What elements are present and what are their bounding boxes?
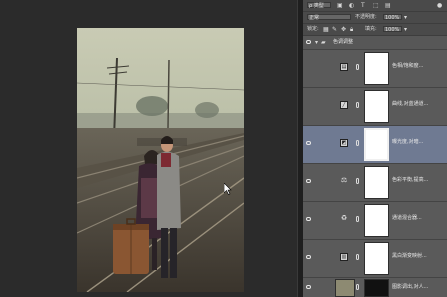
layer-name: 图影调出,对人... [392, 284, 429, 290]
gradient-map-icon: ▥ [340, 253, 348, 261]
chevron-down-icon[interactable]: ▾ [404, 14, 407, 21]
lock-position-icon[interactable]: ✥ [341, 26, 346, 33]
layers-panel: ρ 类型 ▣ ◐ T ⬚ ▤ ● 正常 不透明度: 100% ▾ 锁定: ▦ ✎… [303, 0, 447, 297]
layer-row-exposure[interactable]: ◩ 曝光度,对暗... [303, 126, 447, 164]
exposure-icon: ◩ [340, 139, 348, 147]
photo-couple-on-railway [77, 28, 244, 292]
type-filter-icon[interactable]: T [361, 2, 365, 9]
smart-object-filter-icon[interactable]: ▤ [385, 2, 391, 9]
link-icon [356, 64, 359, 70]
layer-name: 黑白渐变映射... [392, 253, 427, 259]
lock-label: 锁定: [307, 26, 319, 32]
link-icon [356, 102, 359, 108]
chevron-down-icon[interactable]: ▾ [404, 26, 407, 33]
layer-mask-thumbnail[interactable] [364, 90, 389, 123]
mouse-cursor-icon [224, 183, 232, 195]
link-icon [356, 140, 359, 146]
layer-mask-thumbnail[interactable] [364, 166, 389, 199]
color-balance-icon: ⚖ [340, 176, 348, 184]
visibility-eye-icon[interactable] [306, 217, 311, 221]
layer-mask-thumbnail[interactable] [364, 279, 389, 297]
visibility-eye-icon[interactable] [306, 141, 311, 145]
blend-mode-select[interactable]: 正常 [307, 14, 351, 21]
visibility-eye-icon[interactable] [306, 179, 311, 183]
hue-saturation-icon: ▤ [340, 63, 348, 71]
lock-image-icon[interactable]: ✎ [332, 26, 337, 33]
layer-mask-thumbnail[interactable] [364, 204, 389, 237]
document-canvas[interactable] [0, 0, 297, 297]
pixel-filter-icon[interactable]: ▣ [337, 2, 343, 9]
group-name: 色调调整 [333, 39, 354, 45]
layer-row-hue-saturation[interactable]: ▤ 色相/饱和度... [303, 50, 447, 88]
fill-label: 填充: [365, 26, 377, 32]
layer-name: 曝光度,对暗... [392, 139, 424, 145]
folder-icon: ▰ [321, 39, 326, 46]
blend-options-bar: 正常 不透明度: 100% ▾ [303, 12, 447, 24]
curves-icon: ╱ [340, 101, 348, 109]
layer-name: 通道混合器... [392, 215, 422, 221]
channel-mixer-icon: ♻ [340, 214, 348, 222]
layer-group-row[interactable]: ▾ ▰ 色调调整 [303, 36, 447, 50]
layer-row-color-balance[interactable]: ⚖ 色彩平衡,提高... [303, 164, 447, 202]
link-icon [356, 178, 359, 184]
filter-toggle-icon[interactable]: ● [437, 2, 442, 9]
link-icon [356, 284, 359, 290]
opacity-label: 不透明度: [355, 14, 377, 20]
lock-fill-bar: 锁定: ▦ ✎ ✥ 🔒︎ 填充: 100% ▾ [303, 24, 447, 36]
layer-name: 色相/饱和度... [392, 63, 424, 69]
photo-thumbnail-icon[interactable] [335, 279, 355, 297]
shape-filter-icon[interactable]: ⬚ [373, 2, 379, 9]
layer-filter-bar: ρ 类型 ▣ ◐ T ⬚ ▤ ● [303, 0, 447, 12]
lock-transparent-icon[interactable]: ▦ [323, 26, 329, 33]
layer-row-curves[interactable]: ╱ 曲线,对蓝通道... [303, 88, 447, 126]
link-icon [356, 254, 359, 260]
layer-name: 曲线,对蓝通道... [392, 101, 429, 107]
visibility-eye-icon[interactable] [306, 40, 311, 44]
adjustment-filter-icon[interactable]: ◐ [349, 2, 354, 9]
visibility-eye-icon[interactable] [306, 255, 311, 259]
fill-input[interactable]: 100% [383, 26, 402, 33]
layer-mask-thumbnail[interactable] [364, 52, 389, 85]
layer-row-channel-mixer[interactable]: ♻ 通道混合器... [303, 202, 447, 240]
layer-row-photo[interactable]: 图影调出,对人... [303, 278, 447, 297]
layer-mask-thumbnail[interactable] [364, 242, 389, 275]
layer-row-gradient-map[interactable]: ▥ 黑白渐变映射... [303, 240, 447, 278]
opacity-input[interactable]: 100% [383, 14, 402, 21]
layer-mask-thumbnail[interactable] [364, 128, 389, 161]
link-icon [356, 216, 359, 222]
visibility-eye-icon[interactable] [306, 285, 311, 289]
chevron-down-icon[interactable]: ▾ [315, 39, 318, 46]
layer-name: 色彩平衡,提高... [392, 177, 429, 183]
filter-kind-select[interactable]: ρ 类型 [307, 2, 331, 9]
lock-all-icon[interactable]: 🔒︎ [350, 26, 353, 33]
